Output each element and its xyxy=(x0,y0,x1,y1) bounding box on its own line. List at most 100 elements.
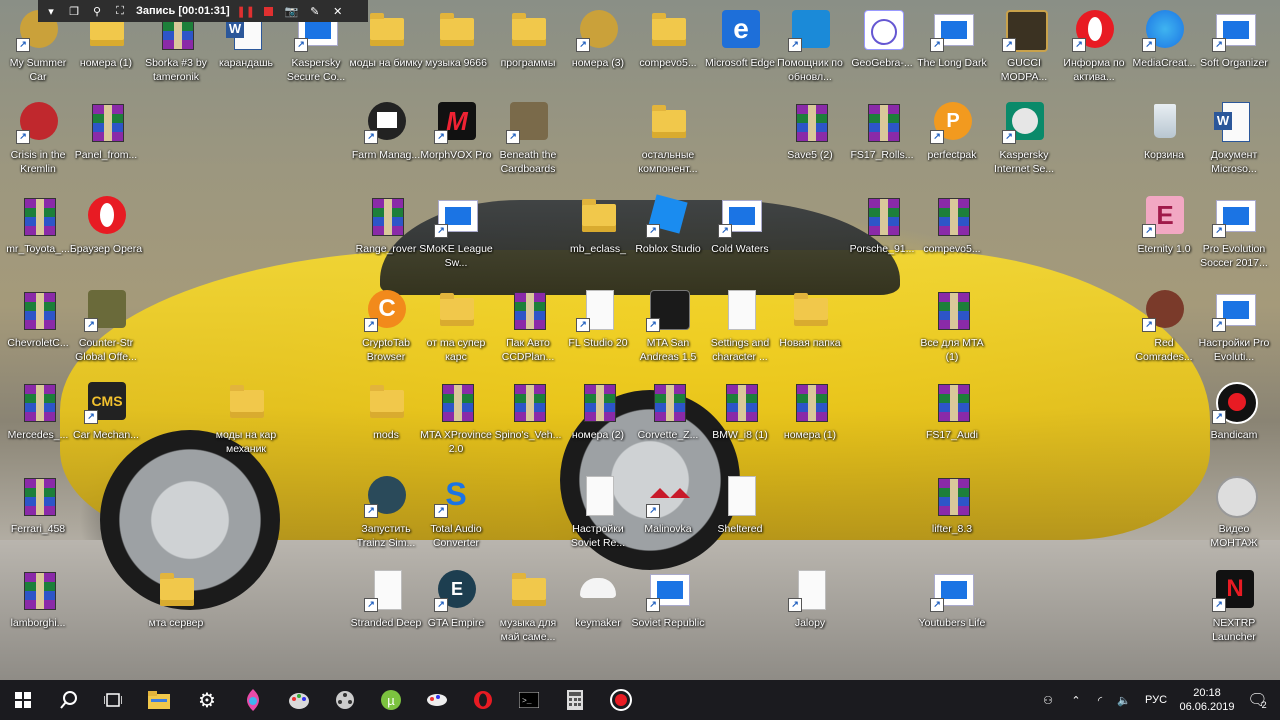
desktop-icon-counter-strike[interactable]: ↗ Counter-Str Global Offe... xyxy=(68,288,144,376)
desktop-icon-cryptotab[interactable]: C ↗ CryptoTab Browser xyxy=(348,288,424,376)
desktop-icon-chevrolet[interactable]: ChevroletC... xyxy=(0,288,76,376)
desktop-icon-bmw-i8[interactable]: BMW_i8 (1) xyxy=(702,380,778,468)
desktop-icon-perfectpak[interactable]: P ↗ perfectpak xyxy=(914,100,990,188)
desktop-icon-gucci[interactable]: ↗ GUCCI MODPA... xyxy=(986,8,1062,96)
desktop-icon-farm-manager[interactable]: ↗ Farm Manag... xyxy=(348,100,424,188)
desktop-icon-nomera-1b[interactable]: номера (1) xyxy=(772,380,848,468)
desktop-icon-fl-studio[interactable]: ↗ FL Studio 20 xyxy=(560,288,636,376)
stop-icon[interactable] xyxy=(262,4,276,18)
desktop-icon-lamborghini[interactable]: lamborghi... xyxy=(0,568,76,656)
desktop-icon-long-dark[interactable]: ↗ The Long Dark xyxy=(914,8,990,96)
desktop-icon-nastroiki-pes[interactable]: ↗ Настройки Pro Evoluti... xyxy=(1196,288,1272,376)
desktop-icon-youtubers-life[interactable]: ↗ Youtubers Life xyxy=(914,568,990,656)
desktop-icon-mody-na-kar[interactable]: моды на кар механик xyxy=(208,380,284,468)
task-view-icon[interactable] xyxy=(90,680,136,720)
desktop-icon-fs17-audi[interactable]: FS17_Audi xyxy=(914,380,990,468)
wifi-icon[interactable]: ◜ xyxy=(1090,680,1110,720)
desktop-icon-stranded-deep[interactable]: ↗ Stranded Deep xyxy=(348,568,424,656)
desktop-icon-mta-server[interactable]: мта сервер xyxy=(138,568,214,656)
calculator-icon[interactable] xyxy=(552,680,598,720)
record-icon[interactable] xyxy=(598,680,644,720)
desktop-icon-jalopy[interactable]: ↗ Jalopy xyxy=(772,568,848,656)
desktop-icon-mediacreation[interactable]: ↗ MediaCreat... xyxy=(1126,8,1202,96)
desktop-icon-ot-ma[interactable]: от ma супер карс xyxy=(418,288,494,376)
desktop-icon-sheltered[interactable]: Sheltered xyxy=(702,474,778,562)
region-select-icon[interactable]: ⛶ xyxy=(113,4,127,18)
utorrent-icon[interactable]: µ xyxy=(368,680,414,720)
desktop-icon-mta-sa[interactable]: ↗ MTA San Andreas 1.5 xyxy=(630,288,706,376)
desktop-icon-malinovka[interactable]: ↗ Malinovka xyxy=(630,474,706,562)
desktop-icon-nomera-2[interactable]: номера (2) xyxy=(560,380,636,468)
desktop-icon-vse-dlya-mta[interactable]: Все для MTA (1) xyxy=(914,288,990,376)
desktop-icon-corvette[interactable]: Corvette_Z... xyxy=(630,380,706,468)
volume-icon[interactable]: 🔈 xyxy=(1114,680,1134,720)
desktop-icon-lifter[interactable]: lifter_8.3 xyxy=(914,474,990,562)
desktop-icon-nastroiki-soviet[interactable]: Настройки Soviet Re... xyxy=(560,474,636,562)
desktop-icon-ferrari-458[interactable]: Ferrari_458 xyxy=(0,474,76,562)
people-icon[interactable]: ⚇ xyxy=(1036,680,1060,720)
desktop-icon-soft-organizer[interactable]: ↗ Soft Organizer xyxy=(1196,8,1272,96)
paint-3d-icon[interactable] xyxy=(230,680,276,720)
desktop-icon-opera-browser[interactable]: Браузер Opera xyxy=(68,194,144,282)
desktop-icon-dokument[interactable]: W Документ Microso... xyxy=(1196,100,1272,188)
desktop-icon-compevo5-a[interactable]: compevo5... xyxy=(630,8,706,96)
desktop-icon-gta-empire[interactable]: E ↗ GTA Empire xyxy=(418,568,494,656)
desktop-icon-muzyka-dlya[interactable]: музыка для май саме... xyxy=(490,568,566,656)
desktop-icon-korzina[interactable]: Корзина xyxy=(1126,100,1202,188)
desktop-icon-red-comrades[interactable]: ↗ Red Comrades... xyxy=(1126,288,1202,376)
language-indicator[interactable]: РУС xyxy=(1138,680,1174,720)
desktop-icon-settings-character[interactable]: Settings and character ... xyxy=(702,288,778,376)
desktop-icon-keymaker[interactable]: keymaker xyxy=(560,568,636,656)
desktop-icon-programmy[interactable]: программы xyxy=(490,8,566,96)
pen-icon[interactable]: ✎ xyxy=(308,4,322,18)
desktop-icon-morphvox[interactable]: M ↗ MorphVOX Pro xyxy=(418,100,494,188)
desktop-icon-fs17-rolls[interactable]: FS17_Rolls... xyxy=(844,100,920,188)
search-icon[interactable]: ⚲ xyxy=(90,4,104,18)
desktop-icon-informa[interactable]: ↗ Информа по актива... xyxy=(1056,8,1132,96)
camera-icon[interactable]: 📷 xyxy=(285,4,299,18)
pause-icon[interactable]: ❚❚ xyxy=(237,4,255,18)
file-explorer-icon[interactable] xyxy=(136,680,182,720)
search-icon[interactable] xyxy=(46,680,92,720)
desktop-icon-nomera-3[interactable]: ↗ номера (3) xyxy=(560,8,636,96)
desktop-icon-eternity[interactable]: E ↗ Eternity 1.0 xyxy=(1126,194,1202,282)
opera-icon[interactable] xyxy=(460,680,506,720)
desktop-icon-mods[interactable]: mods xyxy=(348,380,424,468)
desktop-icon-bandicam[interactable]: ↗ Bandicam xyxy=(1196,380,1272,468)
desktop-icon-pes-2017[interactable]: ↗ Pro Evolution Soccer 2017... xyxy=(1196,194,1272,282)
desktop-icon-pomoshchnik[interactable]: ↗ Помощник по обновл... xyxy=(772,8,848,96)
desktop-icon-crisis-kremlin[interactable]: ↗ Crisis in the Kremlin xyxy=(0,100,76,188)
paint-bucket-icon[interactable] xyxy=(414,680,460,720)
chevron-down-icon[interactable]: ▾ xyxy=(44,4,58,18)
desktop-icon-compevo5-b[interactable]: compevo5... xyxy=(914,194,990,282)
desktop-icon-panel-from[interactable]: Panel_from... xyxy=(68,100,144,188)
desktop-icon-soviet-republic[interactable]: ↗ Soviet Republic xyxy=(630,568,706,656)
desktop-icon-kaspersky-is[interactable]: ↗ Kaspersky Internet Se... xyxy=(986,100,1062,188)
notifications-icon[interactable]: 🗨 2 xyxy=(1240,680,1274,720)
desktop-icon-pak-avto[interactable]: Пак Авто CCDPlan... xyxy=(490,288,566,376)
chevron-up-icon[interactable]: ⌃ xyxy=(1066,680,1086,720)
desktop-icon-ostalnye[interactable]: остальные компонент... xyxy=(630,100,706,188)
desktop-icon-car-mechanic[interactable]: CMS ↗ Car Mechan... xyxy=(68,380,144,468)
desktop-icon-video-montazh[interactable]: Видео МОНТАЖ xyxy=(1196,474,1272,562)
desktop-icon-geogebra[interactable]: GeoGebra-... xyxy=(844,8,920,96)
restore-window-icon[interactable]: ❐ xyxy=(67,4,81,18)
desktop-icon-smoke-league[interactable]: ↗ SMoKE League Sw... xyxy=(418,194,494,282)
desktop-icon-total-audio[interactable]: S ↗ Total Audio Converter xyxy=(418,474,494,562)
desktop-icon-spinos[interactable]: Spino's_Veh... xyxy=(490,380,566,468)
desktop-icon-mercedes[interactable]: Mercedes_... xyxy=(0,380,76,468)
desktop-icon-mb-eclass[interactable]: mb_eclass_ xyxy=(560,194,636,282)
desktop-icon-mr-toyota[interactable]: mr_Toyota_... xyxy=(0,194,76,282)
desktop-icon-porsche-91[interactable]: Porsche_91... xyxy=(844,194,920,282)
desktop-icon-nextrp[interactable]: N ↗ NEXTRP Launcher xyxy=(1196,568,1272,656)
close-icon[interactable]: ✕ xyxy=(331,4,345,18)
desktop-icon-muzyka-9666[interactable]: музыка 9666 xyxy=(418,8,494,96)
desktop-icon-cold-waters[interactable]: ↗ Cold Waters xyxy=(702,194,778,282)
desktop-icon-trainz[interactable]: ↗ Запустить Trainz Sim... xyxy=(348,474,424,562)
desktop-icon-save5-2[interactable]: Save5 (2) xyxy=(772,100,848,188)
film-reel-icon[interactable] xyxy=(322,680,368,720)
paint-icon[interactable] xyxy=(276,680,322,720)
desktop-icon-mta-xprovince[interactable]: MTA XProvince 2.0 xyxy=(418,380,494,468)
desktop-icon-beneath-cardboards[interactable]: ↗ Beneath the Cardboards xyxy=(490,100,566,188)
windows-start-icon[interactable] xyxy=(0,680,46,720)
